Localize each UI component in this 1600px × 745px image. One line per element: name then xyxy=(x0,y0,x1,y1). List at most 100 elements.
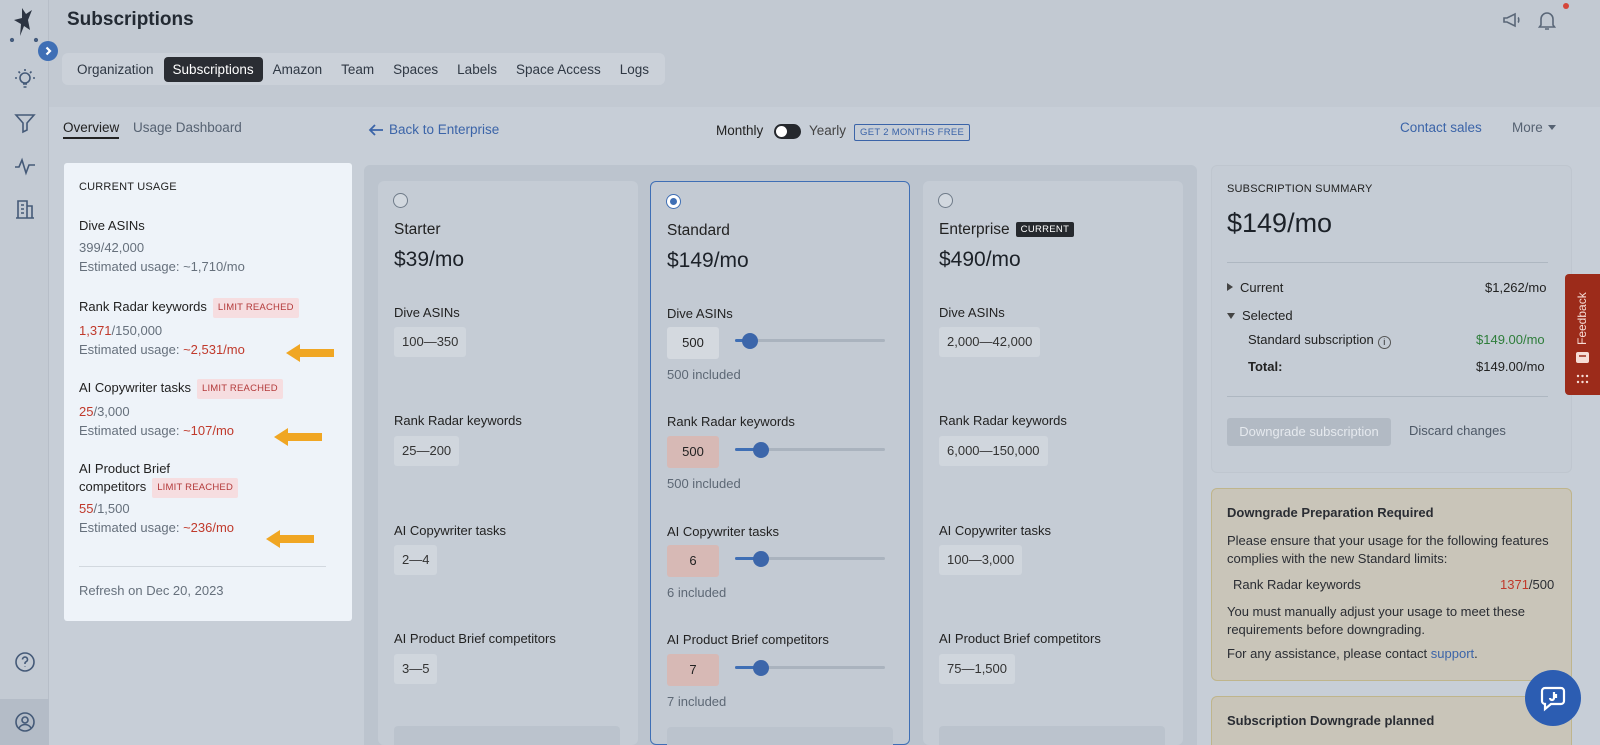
summary-heading: SUBSCRIPTION SUMMARY xyxy=(1227,183,1373,195)
plan-radio[interactable] xyxy=(666,194,681,209)
funnel-icon[interactable] xyxy=(12,110,38,136)
subtab-overview[interactable]: Overview xyxy=(63,120,120,139)
slider-handle[interactable] xyxy=(752,442,769,458)
caret-down-icon xyxy=(1227,313,1235,319)
usage-count: 25/3,000 xyxy=(79,404,130,419)
promo-badge: GET 2 MONTHS FREE xyxy=(854,124,971,141)
more-menu-button[interactable]: More xyxy=(1512,120,1556,135)
usage-estimate: Estimated usage: ~1,710/mo xyxy=(79,259,245,274)
plan-card-standard[interactable]: Standard $149/mo Dive ASINs 500 500 incl… xyxy=(650,181,910,745)
megaphone-icon[interactable] xyxy=(1501,9,1523,31)
activity-icon[interactable] xyxy=(12,153,38,179)
feature-value-input[interactable]: 6 xyxy=(667,545,719,577)
feature-label: Rank Radar keywords xyxy=(939,413,1067,428)
summary-current-toggle[interactable]: Current xyxy=(1227,280,1283,295)
billing-period-toggle[interactable] xyxy=(774,124,801,139)
usage-item-name: Dive ASINs xyxy=(79,218,145,233)
tab-logs[interactable]: Logs xyxy=(611,57,658,82)
chat-icon xyxy=(1540,686,1566,712)
feature-range: 25—200 xyxy=(394,436,460,466)
subtab-usage-dashboard[interactable]: Usage Dashboard xyxy=(133,120,242,135)
summary-total-value: $149.00/mo xyxy=(1476,359,1545,374)
feature-label: AI Product Brief competitors xyxy=(394,631,556,646)
slider-handle[interactable] xyxy=(742,333,758,349)
brand-logo-icon[interactable] xyxy=(8,6,40,42)
tab-space-access[interactable]: Space Access xyxy=(507,57,610,82)
notification-dot xyxy=(1563,3,1569,9)
current-usage-card: CURRENT USAGE Dive ASINs 399/42,000 Esti… xyxy=(64,163,352,621)
page-title: Subscriptions xyxy=(67,9,194,30)
help-icon[interactable] xyxy=(12,649,38,675)
plan-select-button[interactable] xyxy=(667,727,893,745)
refresh-date: Refresh on Dec 20, 2023 xyxy=(79,583,224,598)
plan-radio[interactable] xyxy=(938,193,953,208)
feature-label: Dive ASINs xyxy=(394,305,460,320)
downgrade-subscription-button[interactable]: Downgrade subscription xyxy=(1227,418,1391,446)
notice-title: Subscription Downgrade planned xyxy=(1227,713,1435,728)
info-icon[interactable]: i xyxy=(1377,336,1391,349)
slider-handle[interactable] xyxy=(752,551,769,567)
notice-text: You must manually adjust your usage to m… xyxy=(1227,604,1525,619)
building-icon[interactable] xyxy=(12,196,38,222)
slider-handle[interactable] xyxy=(752,660,769,676)
annotation-arrow-icon xyxy=(274,428,322,446)
back-link-label: Back to Enterprise xyxy=(389,122,500,137)
feedback-icon xyxy=(1576,352,1589,363)
tab-team[interactable]: Team xyxy=(332,57,383,82)
plan-card-starter[interactable]: Starter $39/mo Dive ASINs 100—350 Rank R… xyxy=(378,181,638,745)
feature-included: 7 included xyxy=(667,694,727,709)
summary-total-label: Total: xyxy=(1248,359,1283,374)
feature-label: AI Copywriter tasks xyxy=(667,524,779,539)
monthly-label: Monthly xyxy=(716,123,764,138)
feature-included: 6 included xyxy=(667,585,727,600)
feature-label: Dive ASINs xyxy=(667,306,733,321)
discard-changes-button[interactable]: Discard changes xyxy=(1409,423,1506,438)
feature-range: 75—1,500 xyxy=(939,654,1015,684)
plan-price: $490/mo xyxy=(939,248,1021,271)
feature-label: Dive ASINs xyxy=(939,305,1005,320)
account-nav[interactable] xyxy=(0,699,49,745)
tab-organization[interactable]: Organization xyxy=(68,57,163,82)
feature-label: Rank Radar keywords xyxy=(667,414,795,429)
summary-standard-value: $149.00/mo xyxy=(1476,332,1545,347)
plan-select-button[interactable] xyxy=(939,726,1165,745)
usage-item-name: Rank Radar keywords LIMIT REACHED xyxy=(79,298,339,318)
feedback-tab[interactable]: Feedback xyxy=(1565,274,1600,395)
tab-amazon[interactable]: Amazon xyxy=(264,57,332,82)
drag-handle-icon[interactable] xyxy=(1576,374,1589,384)
divider xyxy=(1227,262,1548,263)
feature-label: AI Copywriter tasks xyxy=(394,523,506,538)
support-link[interactable]: support xyxy=(1431,646,1474,661)
arrow-left-icon xyxy=(368,123,383,136)
feature-label: Rank Radar keywords xyxy=(394,413,522,428)
usage-count: 1,371/150,000 xyxy=(79,323,163,338)
feature-label: AI Copywriter tasks xyxy=(939,523,1051,538)
plan-radio[interactable] xyxy=(393,193,408,208)
usage-item-ai-product-brief: AI Product Brief competitors LIMIT REACHED… xyxy=(79,460,339,538)
plan-name: Standard xyxy=(667,222,730,239)
usage-count: 399/42,000 xyxy=(79,240,145,255)
annotation-arrow-icon xyxy=(266,530,314,548)
tab-subscriptions[interactable]: Subscriptions xyxy=(163,56,263,82)
contact-sales-link[interactable]: Contact sales xyxy=(1400,120,1482,135)
back-to-enterprise-link[interactable]: Back to Enterprise xyxy=(368,122,499,137)
sidebar-expand-button[interactable] xyxy=(38,41,58,61)
usage-item-name: AI Product Brief competitors LIMIT REACHED xyxy=(79,460,339,498)
feature-value-input[interactable]: 500 xyxy=(667,327,719,359)
feature-value-input[interactable]: 7 xyxy=(667,654,719,686)
summary-standard-label: Standard subscription i xyxy=(1248,332,1391,349)
feature-value-input[interactable]: 500 xyxy=(667,436,719,468)
lightbulb-icon[interactable] xyxy=(12,66,38,92)
limit-reached-badge: LIMIT REACHED xyxy=(152,478,239,498)
caret-down-icon xyxy=(1547,125,1556,130)
summary-selected-toggle[interactable]: Selected xyxy=(1227,308,1293,323)
feature-range: 100—3,000 xyxy=(939,545,1023,575)
chat-widget-button[interactable] xyxy=(1525,670,1581,726)
divider xyxy=(1227,396,1548,397)
plan-select-button[interactable] xyxy=(394,726,620,745)
tab-spaces[interactable]: Spaces xyxy=(384,57,447,82)
plan-card-enterprise[interactable]: Enterprise CURRENT $490/mo Dive ASINs 2,0… xyxy=(923,181,1183,745)
notice-text: complies with the new Standard limits: xyxy=(1227,551,1448,566)
bell-icon[interactable] xyxy=(1536,9,1558,31)
tab-labels[interactable]: Labels xyxy=(448,57,506,82)
